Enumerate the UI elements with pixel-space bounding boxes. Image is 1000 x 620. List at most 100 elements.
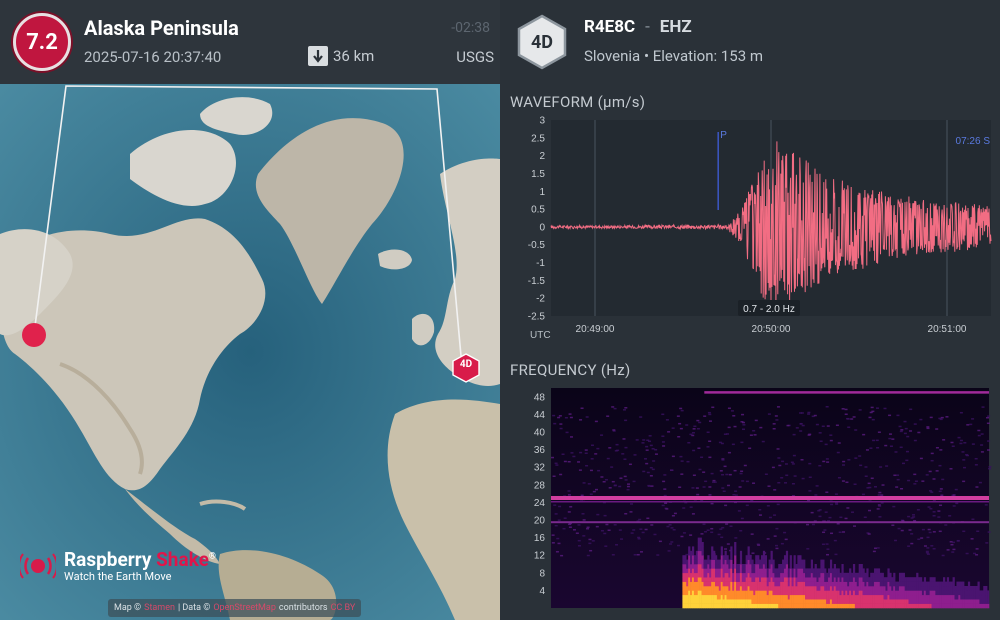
spectrogram-energy-cell <box>833 599 836 604</box>
spectrogram-energy-cell <box>929 581 932 587</box>
spectrogram-energy-cell <box>688 577 691 582</box>
spectrogram-energy-cell <box>739 581 743 587</box>
spectrogram-energy-cell <box>716 568 720 574</box>
spectrogram-noise-cell <box>600 434 604 436</box>
spectrogram-energy-cell <box>939 603 942 609</box>
spectrogram-noise-cell <box>966 454 970 457</box>
spectrogram-energy-cell <box>902 577 905 582</box>
spectrogram-energy-cell <box>914 603 917 609</box>
spectrogram-energy-cell <box>726 586 729 591</box>
spectrogram-energy-cell <box>793 568 796 574</box>
station-marker-label[interactable]: 4D <box>452 359 480 370</box>
spectrogram-energy-cell <box>822 577 825 582</box>
spectrogram-noise-cell <box>702 486 706 488</box>
spectrogram-energy-cell <box>697 586 700 591</box>
spectrogram-energy-cell <box>860 590 863 596</box>
spectrogram-energy-cell <box>946 590 950 596</box>
spectrogram-energy-cell <box>812 594 815 600</box>
spectrogram-energy-cell <box>701 559 704 565</box>
spectrogram-chart[interactable]: 4844403632282420161284 <box>500 384 1000 614</box>
spectrogram-y-tick: 24 <box>534 498 546 509</box>
spectrogram-energy-cell <box>787 572 791 578</box>
spectrogram-noise-cell <box>988 466 992 468</box>
spectrogram-energy-cell <box>785 572 789 578</box>
spectrogram-noise-cell <box>913 483 917 485</box>
logo-brand-shake: Shake <box>156 548 209 571</box>
spectrogram-noise-cell <box>952 494 956 496</box>
spectrogram-noise-cell <box>907 515 911 518</box>
spectrogram-noise-cell <box>807 411 811 414</box>
spectrogram-energy-cell <box>716 559 720 565</box>
spectrogram-energy-cell <box>977 586 980 591</box>
spectrogram-energy-cell <box>887 586 890 591</box>
spectrogram-noise-cell <box>621 453 625 455</box>
spectrogram-energy-cell <box>743 599 746 604</box>
spectrogram-y-tick: 32 <box>534 463 546 474</box>
credit-link-osm[interactable]: OpenStreetMap <box>213 603 276 613</box>
spectrogram-energy-cell <box>883 603 886 609</box>
spectrogram-energy-cell <box>793 603 796 609</box>
spectrogram-noise-cell <box>949 468 953 470</box>
spectrogram-noise-cell <box>753 434 757 436</box>
spectrogram-energy-cell <box>764 594 768 600</box>
raspberry-shake-logo[interactable]: Raspberry Shake® Watch the Earth Move <box>20 548 216 583</box>
spectrogram-noise-cell <box>932 548 936 550</box>
spectrogram-energy-cell <box>824 594 827 600</box>
map[interactable]: 4D Raspberry Shake® Watch the Earth Move… <box>0 84 500 620</box>
spectrogram-energy-cell <box>904 586 907 591</box>
spectrogram-energy-cell <box>705 603 708 609</box>
spectrogram-noise-cell <box>696 493 700 496</box>
spectrogram-noise-cell <box>900 487 904 490</box>
spectrogram-noise-cell <box>584 449 588 451</box>
spectrogram-noise-cell <box>579 419 583 421</box>
spectrogram-energy-cell <box>987 603 990 609</box>
spectrogram-energy-cell <box>749 555 752 560</box>
spectrogram-energy-cell <box>812 599 815 604</box>
spectrogram-noise-cell <box>776 448 780 450</box>
spectrogram-energy-cell <box>935 599 938 604</box>
spectrogram-energy-cell <box>703 559 706 565</box>
spectrogram-energy-cell <box>691 559 695 565</box>
spectrogram-energy-cell <box>707 581 710 587</box>
spectrogram-energy-cell <box>868 577 871 582</box>
spectrogram-energy-cell <box>971 603 974 609</box>
spectrogram-energy-cell <box>870 577 873 582</box>
spectrogram-noise-cell <box>751 552 755 554</box>
spectrogram-noise-cell <box>578 469 582 471</box>
spectrogram-energy-cell <box>787 599 791 604</box>
spectrogram-y-tick: 44 <box>534 410 546 421</box>
spectrogram-energy-cell <box>881 599 884 604</box>
spectrogram-noise-cell <box>663 474 667 476</box>
spectrogram-noise-cell <box>944 524 948 526</box>
waveform-chart[interactable]: 32.521.510.50-0.5-1-1.5-2-2.5 20:49:00 20… <box>500 114 1000 344</box>
spectrogram-energy-cell <box>701 581 704 587</box>
spectrogram-noise-cell <box>645 462 649 465</box>
spectrogram-energy-cell <box>695 581 699 587</box>
spectrogram-energy-cell <box>962 590 965 596</box>
spectrogram-energy-cell <box>713 572 716 578</box>
spectrogram-noise-cell <box>620 538 624 540</box>
spectrogram-energy-cell <box>768 572 771 578</box>
spectrogram-energy-cell <box>691 564 695 569</box>
spectrogram-energy-cell <box>713 599 716 604</box>
credit-link-stamen[interactable]: Stamen <box>144 603 175 613</box>
spectrogram-energy-cell <box>705 590 708 596</box>
spectrogram-energy-cell <box>803 594 806 600</box>
spectrogram-noise-cell <box>752 429 756 432</box>
spectrogram-energy-cell <box>783 564 787 569</box>
spectrogram-energy-cell <box>891 586 894 591</box>
spectrogram-energy-cell <box>866 599 869 604</box>
credit-link-license[interactable]: CC BY <box>331 603 356 613</box>
spectrogram-noise-cell <box>708 494 712 496</box>
spectrogram-energy-cell <box>879 599 882 604</box>
spectrogram-noise-cell <box>921 480 925 482</box>
spectrogram-energy-cell <box>732 594 735 600</box>
spectrogram-energy-cell <box>937 581 940 587</box>
spectrogram-noise-cell <box>682 507 686 509</box>
spectrogram-noise-cell <box>834 553 838 556</box>
spectrogram-energy-cell <box>893 577 896 582</box>
spectrogram-noise-cell <box>586 527 590 530</box>
spectrogram-energy-cell <box>918 586 921 591</box>
spectrogram-energy-cell <box>954 586 957 591</box>
spectrogram-noise-cell <box>952 541 956 544</box>
